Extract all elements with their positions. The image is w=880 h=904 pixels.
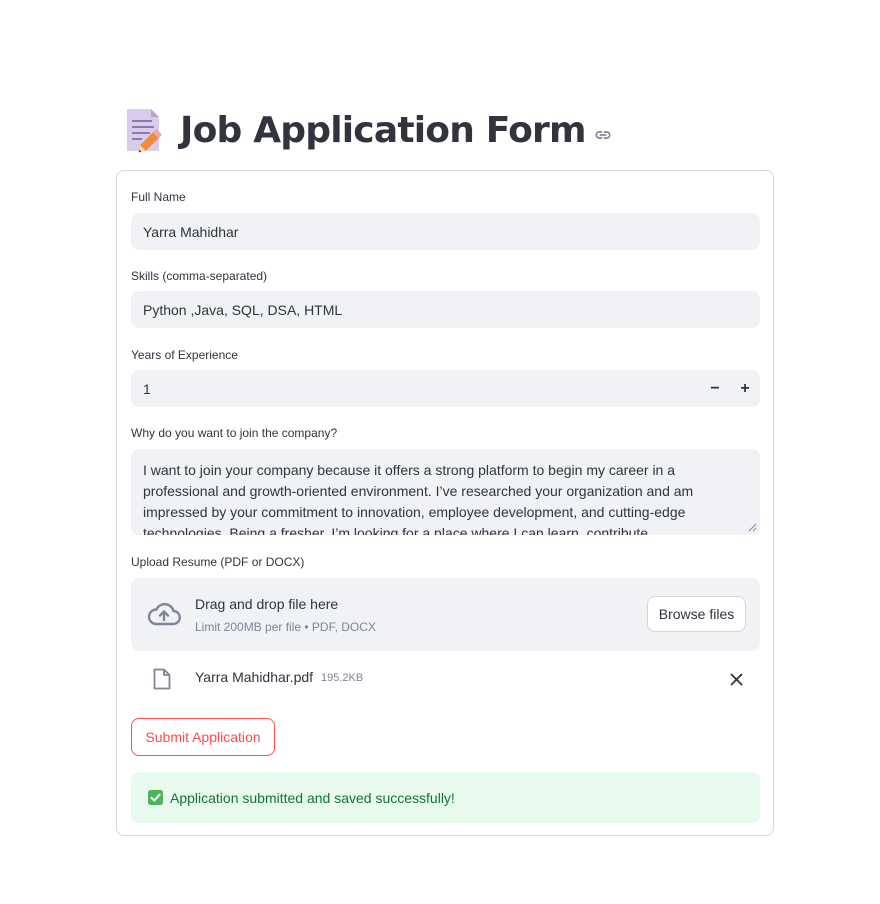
- experience-value: 1: [143, 380, 151, 397]
- file-name: Yarra Mahidhar.pdf: [195, 669, 314, 685]
- experience-stepper[interactable]: 1 − +: [131, 370, 760, 407]
- full-name-label: Full Name: [131, 190, 186, 204]
- browse-files-button[interactable]: Browse files: [647, 596, 746, 632]
- submit-application-button[interactable]: Submit Application: [131, 718, 275, 756]
- motivation-value: I want to join your company because it o…: [143, 462, 694, 535]
- link-icon[interactable]: [594, 126, 612, 144]
- motivation-textarea[interactable]: I want to join your company because it o…: [131, 449, 760, 535]
- success-alert: Application submitted and saved successf…: [131, 772, 760, 823]
- full-name-input[interactable]: Yarra Mahidhar: [131, 213, 760, 250]
- file-size: 195.2KB: [321, 672, 364, 684]
- check-icon: [148, 790, 163, 805]
- dropzone-title: Drag and drop file here: [195, 596, 339, 612]
- dropzone-hint: Limit 200MB per file • PDF, DOCX: [195, 620, 376, 634]
- resize-handle-icon[interactable]: [747, 522, 757, 532]
- memo-icon: [127, 109, 163, 153]
- experience-label: Years of Experience: [131, 348, 238, 362]
- cloud-upload-icon: [147, 602, 181, 626]
- skills-label: Skills (comma-separated): [131, 269, 268, 283]
- application-form: Full Name Yarra Mahidhar Skills (comma-s…: [116, 170, 774, 836]
- increment-button[interactable]: +: [730, 370, 760, 407]
- page-title: Job Application Form: [180, 109, 587, 151]
- motivation-label: Why do you want to join the company?: [131, 426, 338, 440]
- decrement-button[interactable]: −: [700, 370, 730, 407]
- uploaded-file: Yarra Mahidhar.pdf 195.2KB: [131, 664, 760, 694]
- skills-value: Python ,Java, SQL, DSA, HTML: [143, 301, 343, 318]
- success-message: Application submitted and saved successf…: [170, 789, 455, 806]
- full-name-value: Yarra Mahidhar: [143, 223, 239, 240]
- resume-label: Upload Resume (PDF or DOCX): [131, 555, 305, 569]
- page-header: Job Application Form: [124, 105, 612, 155]
- file-dropzone[interactable]: Drag and drop file here Limit 200MB per …: [131, 578, 760, 651]
- file-icon: [153, 668, 171, 690]
- close-icon[interactable]: [730, 673, 743, 686]
- skills-input[interactable]: Python ,Java, SQL, DSA, HTML: [131, 291, 760, 328]
